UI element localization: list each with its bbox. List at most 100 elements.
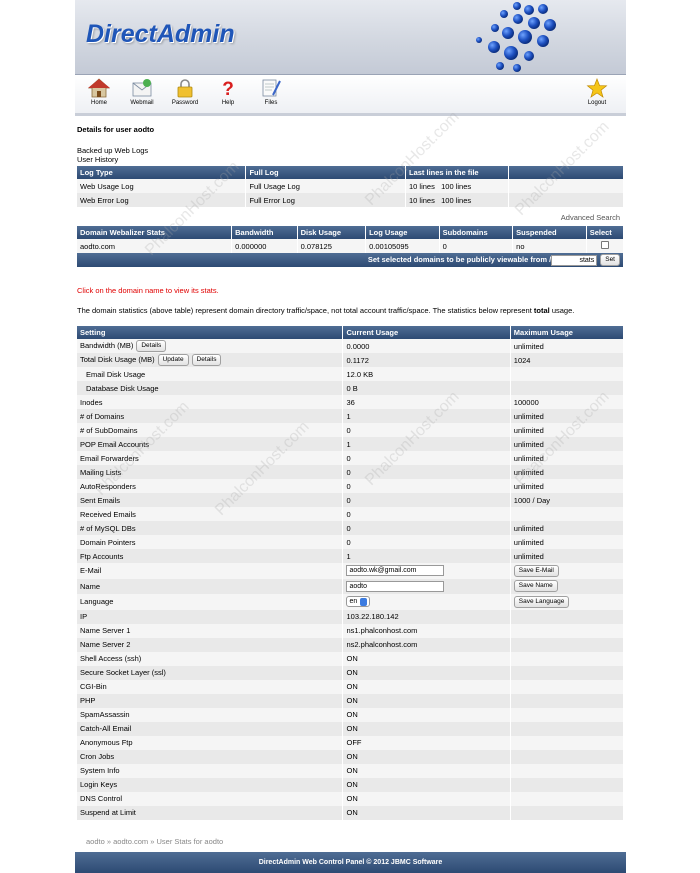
setting-cell: Received Emails bbox=[77, 507, 344, 521]
full-log-link[interactable]: Full Usage Log bbox=[245, 179, 406, 193]
catch-all-email-maximum-value bbox=[510, 721, 625, 736]
select-header: Select bbox=[586, 226, 625, 239]
setting-cell: Database Disk Usage bbox=[77, 381, 344, 395]
table-row: DNS Control ON bbox=[77, 791, 625, 806]
set-button[interactable]: Set bbox=[600, 254, 620, 266]
ten-lines-link[interactable]: 10 lines bbox=[409, 196, 435, 205]
select-domain-checkbox[interactable] bbox=[600, 241, 609, 249]
disk-usage-value: 0.078125 bbox=[297, 239, 367, 253]
page-title: Details for user aodto bbox=[77, 125, 155, 134]
toolbar-files[interactable]: Files bbox=[253, 78, 289, 106]
setting-cell: Name Server 1 bbox=[77, 623, 344, 638]
total-disk-usage-mb-details-button[interactable]: Details bbox=[191, 354, 222, 366]
table-row: Email Disk Usage 12.0 KB bbox=[77, 367, 625, 381]
table-row: Web Error Log Full Error Log 10 lines 10… bbox=[77, 193, 625, 207]
of-domains-label: # of Domains bbox=[80, 411, 125, 421]
question-mark-icon: ? bbox=[222, 79, 234, 98]
php-current-value: ON bbox=[342, 693, 511, 708]
select-arrows-icon bbox=[360, 597, 368, 606]
ip-maximum-value bbox=[510, 609, 625, 624]
log-type: Web Usage Log bbox=[77, 179, 247, 193]
user-history-link[interactable]: User History bbox=[77, 155, 118, 164]
files-icon bbox=[262, 79, 281, 97]
e-mail-input[interactable]: aodto.wk@gmail.com bbox=[346, 565, 445, 577]
secure-socket-layer-ssl-label: Secure Socket Layer (ssl) bbox=[80, 668, 166, 678]
language-select[interactable]: en bbox=[346, 596, 371, 608]
spamassassin-label: SpamAssassin bbox=[80, 710, 130, 720]
toolbar-help[interactable]: ? Help bbox=[210, 78, 246, 106]
star-icon bbox=[586, 78, 608, 98]
cgi-bin-current-value: ON bbox=[342, 679, 511, 694]
cron-jobs-label: Cron Jobs bbox=[80, 752, 115, 762]
setting-cell: Suspend at Limit bbox=[77, 805, 344, 820]
sent-emails-maximum-value: 1000 / Day bbox=[510, 493, 625, 507]
total-disk-usage-mb-update-button[interactable]: Update bbox=[157, 354, 189, 366]
domain-link[interactable]: aodto.com bbox=[77, 239, 233, 253]
log-usage-value: 0.00105095 bbox=[365, 239, 440, 253]
stats-note-bold: total bbox=[533, 306, 550, 315]
table-row: # of MySQL DBs 0 unlimited bbox=[77, 521, 625, 535]
bandwidth-mb-maximum-value: unlimited bbox=[510, 339, 625, 353]
inodes-maximum-value: 100000 bbox=[510, 395, 625, 409]
toolbar-home[interactable]: Home bbox=[81, 78, 117, 106]
cron-jobs-maximum-value bbox=[510, 749, 625, 764]
advanced-search-link[interactable]: Advanced Search bbox=[561, 213, 620, 222]
setting-cell: Domain Pointers bbox=[77, 535, 344, 549]
name-label: Name bbox=[80, 581, 101, 591]
name-server-1-maximum-value bbox=[510, 623, 625, 638]
setting-cell: IP bbox=[77, 609, 344, 624]
stats-table: Setting Current Usage Maximum Usage Band… bbox=[77, 326, 625, 820]
name-input[interactable]: aodto bbox=[346, 580, 445, 592]
current-usage-header: Current Usage bbox=[342, 326, 511, 339]
bandwidth-mb-current-value: 0.0000 bbox=[342, 339, 511, 353]
database-disk-usage-maximum-value bbox=[510, 381, 625, 395]
language-save-button[interactable]: Save Language bbox=[513, 595, 570, 608]
hundred-lines-link[interactable]: 100 lines bbox=[441, 182, 471, 191]
stats-path-input[interactable]: stats bbox=[551, 254, 598, 266]
sent-emails-label: Sent Emails bbox=[80, 495, 121, 505]
table-row: # of SubDomains 0 unlimited bbox=[77, 423, 625, 437]
maximum-usage-cell: Save E-Mail bbox=[510, 563, 625, 579]
suspend-at-limit-current-value: ON bbox=[342, 805, 511, 820]
toolbar-webmail[interactable]: Webmail bbox=[124, 78, 160, 106]
received-emails-maximum-value bbox=[510, 507, 625, 521]
backed-up-logs-link[interactable]: Backed up Web Logs bbox=[77, 146, 148, 155]
directadmin-logo[interactable]: DirectAdmin bbox=[86, 20, 235, 49]
received-emails-current-value: 0 bbox=[342, 507, 511, 521]
ten-lines-link[interactable]: 10 lines bbox=[409, 182, 435, 191]
setting-cell: # of SubDomains bbox=[77, 423, 344, 437]
of-subdomains-maximum-value: unlimited bbox=[510, 423, 625, 437]
table-row: Web Usage Log Full Usage Log 10 lines 10… bbox=[77, 179, 625, 193]
table-row: Total Disk Usage (MB) Update Details 0.1172… bbox=[77, 353, 625, 367]
setting-cell: Email Disk Usage bbox=[77, 367, 344, 381]
suspended-header: Suspended bbox=[512, 226, 587, 239]
setting-cell: Secure Socket Layer (ssl) bbox=[77, 665, 344, 680]
full-log-link[interactable]: Full Error Log bbox=[245, 193, 406, 207]
dns-control-label: DNS Control bbox=[80, 794, 123, 804]
maximum-usage-header: Maximum Usage bbox=[510, 326, 625, 339]
breadcrumb: aodto » aodto.com » User Stats for aodto bbox=[86, 837, 223, 846]
breadcrumb-user-link[interactable]: aodto bbox=[86, 837, 105, 846]
bandwidth-mb-details-button[interactable]: Details bbox=[136, 340, 167, 352]
e-mail-save-button[interactable]: Save E-Mail bbox=[513, 564, 559, 577]
pop-email-accounts-label: POP Email Accounts bbox=[80, 439, 150, 449]
table-row: Cron Jobs ON bbox=[77, 749, 625, 764]
toolbar-password[interactable]: Password bbox=[167, 78, 203, 106]
click-domain-notice: Click on the domain name to view its sta… bbox=[77, 286, 219, 295]
name-save-button[interactable]: Save Name bbox=[513, 580, 558, 593]
webmail-icon bbox=[132, 79, 152, 97]
breadcrumb-domain-link[interactable]: aodto.com bbox=[113, 837, 148, 846]
table-row: Inodes 36 100000 bbox=[77, 395, 625, 409]
table-row: Login Keys ON bbox=[77, 777, 625, 792]
setting-cell: # of MySQL DBs bbox=[77, 521, 344, 535]
bandwidth-header: Bandwidth bbox=[231, 226, 298, 239]
toolbar-logout[interactable]: Logout bbox=[579, 78, 615, 106]
setting-cell: AutoResponders bbox=[77, 479, 344, 493]
toolbar: Home Webmail Password ? Help Files Logou… bbox=[75, 75, 626, 116]
system-info-label: System Info bbox=[80, 766, 120, 776]
login-keys-current-value: ON bbox=[342, 777, 511, 792]
setting-cell: PHP bbox=[77, 693, 344, 708]
hundred-lines-link[interactable]: 100 lines bbox=[441, 196, 471, 205]
setting-cell: Ftp Accounts bbox=[77, 549, 344, 563]
set-public-stats-text: Set selected domains to be publicly view… bbox=[367, 254, 552, 264]
